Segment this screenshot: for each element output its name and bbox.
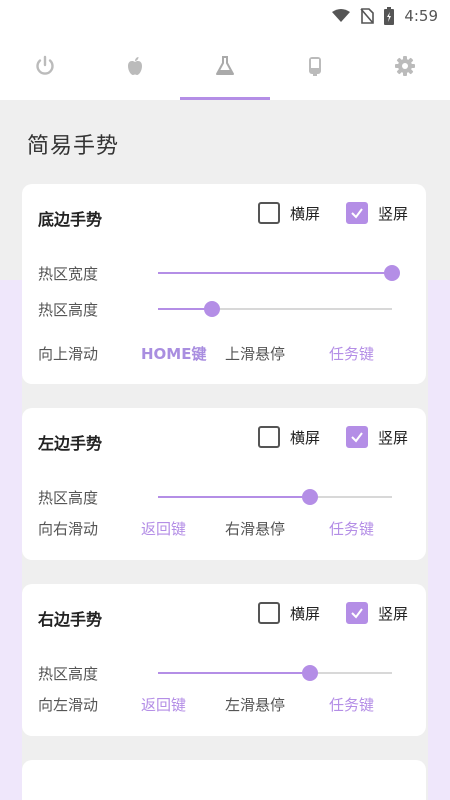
checkbox-box[interactable] [258,602,280,624]
hover-action-label: 上滑悬停 [225,345,286,363]
checkbox-label: 竖屏 [378,428,409,447]
battery-icon [384,7,395,25]
swipe-action-label: 向上滑动 [38,345,99,363]
checkbox-box[interactable] [346,602,368,624]
hover-action-label: 左滑悬停 [225,696,286,714]
check-icon [351,608,363,619]
hot-width-label: 热区宽度 [38,265,99,283]
swipe-action-value[interactable]: 返回键 [141,518,186,539]
hot-height-slider[interactable] [158,665,392,681]
card-title: 右边手势 [38,610,103,629]
status-time: 4:59 [404,7,438,25]
tab-flask[interactable] [180,32,270,100]
bottom-gesture-card: 底边手势 横屏 竖屏 热区宽度 热区高度 向上滑动 HOME键 上滑悬停 任务键 [22,184,426,384]
checkbox-box[interactable] [258,202,280,224]
hover-action-label: 右滑悬停 [225,520,286,538]
checkbox-label: 竖屏 [378,604,409,623]
hot-height-slider[interactable] [158,489,392,505]
checkbox-box[interactable] [346,202,368,224]
hot-height-label: 热区高度 [38,301,99,319]
tab-bar [0,32,450,100]
checkbox-label: 横屏 [290,204,321,223]
hot-height-label: 热区高度 [38,489,99,507]
tab-phone[interactable] [270,32,360,100]
wifi-icon [332,9,351,22]
check-icon [351,432,363,443]
slider-thumb[interactable] [384,265,400,281]
landscape-checkbox[interactable]: 横屏 [258,426,320,448]
checkbox-box[interactable] [346,426,368,448]
checkbox-label: 横屏 [290,604,321,623]
hover-action-value[interactable]: 任务键 [329,343,374,364]
swipe-action-value[interactable]: HOME键 [141,343,206,364]
checkbox-box[interactable] [258,426,280,448]
content-area[interactable]: 简易手势 底边手势 横屏 竖屏 热区宽度 热区高度 向上滑动 HOME键 上滑悬… [0,100,450,800]
portrait-checkbox[interactable]: 竖屏 [346,426,408,448]
portrait-checkbox[interactable]: 竖屏 [346,202,408,224]
gear-icon [395,56,415,76]
hot-height-label: 热区高度 [38,665,99,683]
tab-apple[interactable] [90,32,180,100]
swipe-action-label: 向左滑动 [38,696,99,714]
slider-thumb[interactable] [302,665,319,681]
portrait-checkbox[interactable]: 竖屏 [346,602,408,624]
hot-width-slider[interactable] [158,265,400,281]
next-gesture-card [22,760,426,800]
slider-thumb[interactable] [203,301,220,317]
left-gesture-card: 左边手势 横屏 竖屏 热区高度 向右滑动 返回键 右滑悬停 任务键 [22,408,426,560]
tab-power[interactable] [0,32,90,100]
card-title: 左边手势 [38,434,103,453]
checkbox-label: 竖屏 [378,204,409,223]
swipe-action-value[interactable]: 返回键 [141,694,186,715]
swipe-action-label: 向右滑动 [38,520,99,538]
power-icon [36,55,54,75]
slider-thumb[interactable] [302,489,319,505]
page-title: 简易手势 [27,134,120,159]
status-bar: 4:59 [0,0,450,32]
landscape-checkbox[interactable]: 横屏 [258,602,320,624]
checkbox-label: 横屏 [290,428,321,447]
phone-icon [309,57,321,76]
apple-icon [128,57,142,75]
check-icon [351,208,363,219]
card-title: 底边手势 [38,210,103,229]
right-gesture-card: 右边手势 横屏 竖屏 热区高度 向左滑动 返回键 左滑悬停 任务键 [22,584,426,736]
hover-action-value[interactable]: 任务键 [329,694,374,715]
hover-action-value[interactable]: 任务键 [329,518,374,539]
no-sim-icon [360,8,375,24]
flask-icon [216,56,234,75]
landscape-checkbox[interactable]: 横屏 [258,202,320,224]
hot-height-slider[interactable] [158,301,392,317]
tab-settings[interactable] [360,32,450,100]
